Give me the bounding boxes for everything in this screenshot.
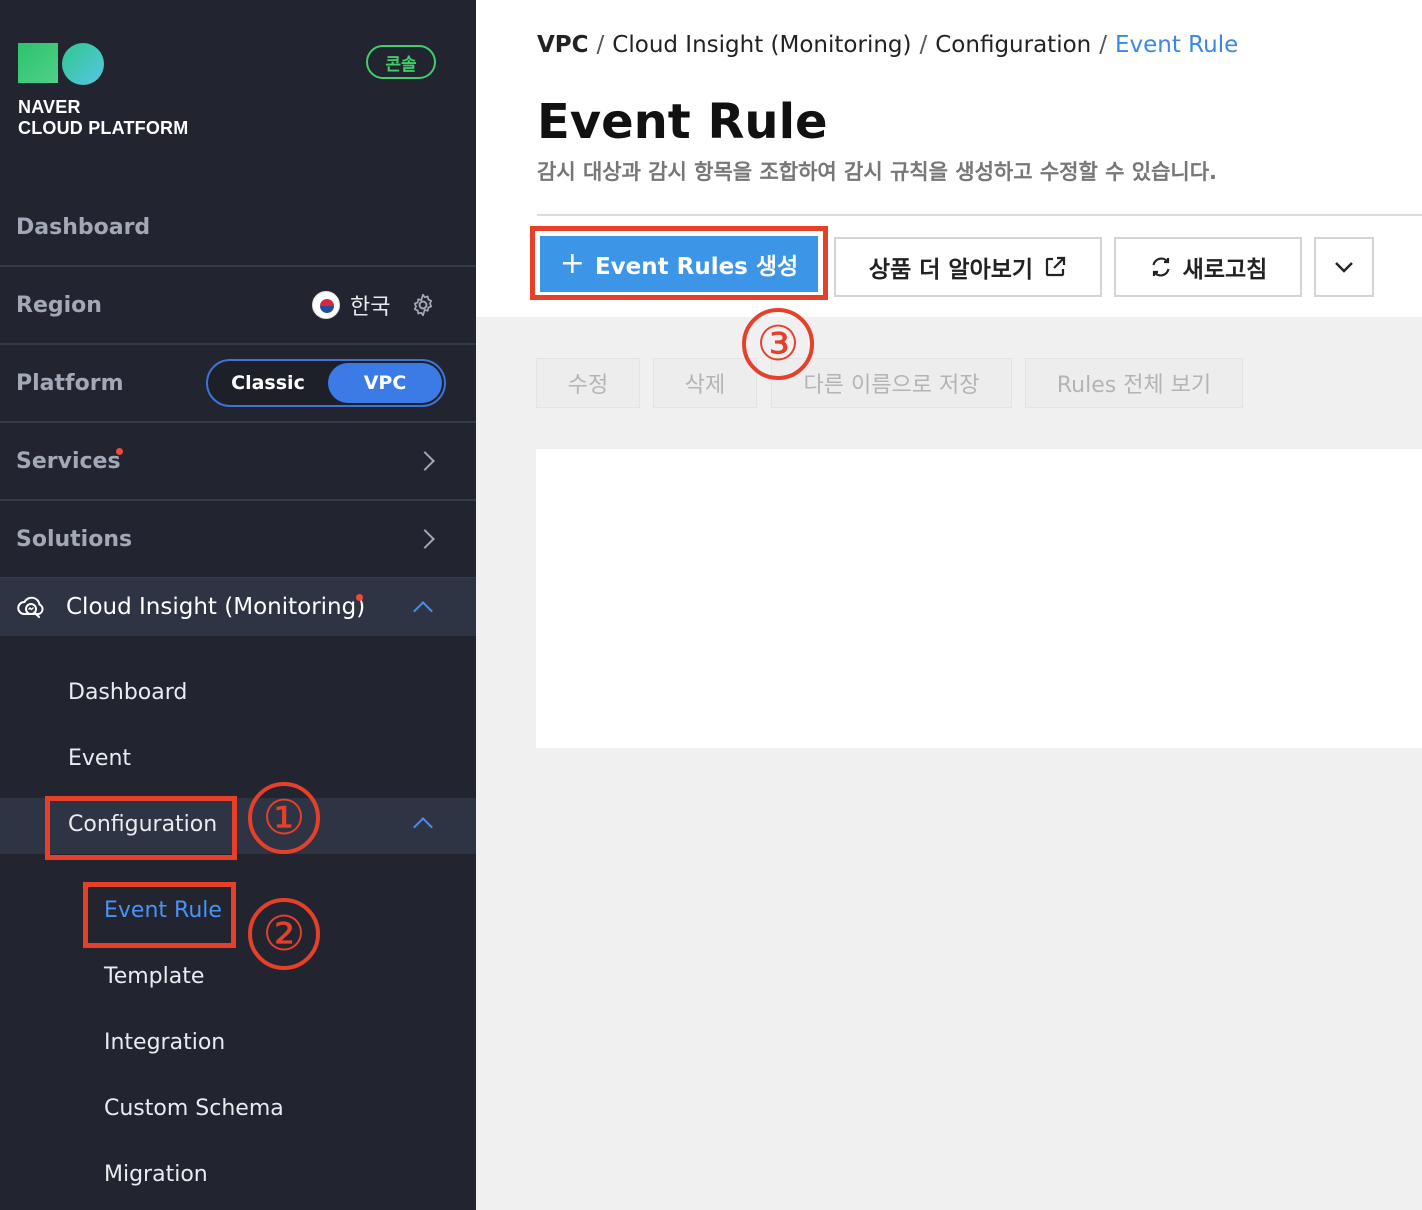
annotation-step-3: ③	[742, 308, 814, 380]
chevron-up-icon	[413, 601, 433, 621]
learn-more-button[interactable]: 상품 더 알아보기	[834, 237, 1102, 297]
annotation-box-create-button	[530, 226, 828, 300]
nav-solutions-label: Solutions	[16, 526, 133, 552]
rules-list-panel	[536, 449, 1422, 748]
chevron-right-icon	[415, 529, 435, 549]
chevron-right-icon	[415, 451, 435, 471]
brand-text: NAVER CLOUD PLATFORM	[18, 97, 188, 139]
sub-item-custom-schema[interactable]: Custom Schema	[104, 1096, 284, 1121]
save-as-button[interactable]: 다른 이름으로 저장	[771, 358, 1012, 408]
platform-vpc-option[interactable]: VPC	[328, 363, 442, 403]
annotation-step-2: ②	[248, 898, 320, 970]
sub-item-template[interactable]: Template	[104, 964, 204, 989]
region-value: 한국	[350, 295, 391, 320]
breadcrumb-separator: /	[1099, 32, 1107, 58]
page-description: 감시 대상과 감시 항목을 조합하여 감시 규칙을 생성하고 수정할 수 있습니…	[537, 160, 1218, 184]
console-badge[interactable]: 콘솔	[366, 45, 436, 79]
korea-flag-icon	[312, 291, 340, 319]
sidebar: NAVER CLOUD PLATFORM 콘솔 Dashboard Region…	[0, 0, 476, 1210]
nav-dashboard-label: Dashboard	[16, 214, 151, 240]
nav-region-label: Region	[16, 292, 102, 318]
nav-services-label: Services	[16, 448, 121, 474]
sub-item-event[interactable]: Event	[68, 746, 131, 771]
brand-line2: CLOUD PLATFORM	[18, 118, 189, 138]
annotation-step-1: ①	[248, 782, 320, 854]
nav-cloud-insight-label: Cloud Insight (Monitoring)	[66, 594, 366, 620]
nav-cloud-insight[interactable]: Cloud Insight (Monitoring)	[0, 578, 476, 636]
nav-solutions[interactable]: Solutions	[0, 501, 476, 579]
view-all-rules-button[interactable]: Rules 전체 보기	[1025, 358, 1243, 408]
page-title: Event Rule	[537, 94, 828, 150]
chevron-up-icon	[413, 817, 433, 837]
breadcrumb-cloud-insight[interactable]: Cloud Insight (Monitoring)	[612, 32, 911, 58]
sub-item-integration[interactable]: Integration	[104, 1030, 225, 1055]
annotation-box-configuration	[45, 796, 237, 860]
sub-item-migration[interactable]: Migration	[104, 1162, 208, 1187]
refresh-label: 새로고침	[1182, 257, 1268, 283]
breadcrumb-separator: /	[596, 32, 605, 58]
breadcrumb-separator: /	[919, 32, 928, 58]
annotation-box-event-rule	[83, 882, 236, 948]
nav-dashboard[interactable]: Dashboard	[0, 189, 476, 267]
external-link-icon	[1045, 256, 1066, 277]
header-divider	[537, 214, 1422, 216]
refresh-icon	[1152, 257, 1170, 277]
sub-item-dashboard[interactable]: Dashboard	[68, 680, 187, 705]
breadcrumb-current: Event Rule	[1114, 32, 1239, 58]
cloud-monitoring-icon	[17, 596, 44, 619]
delete-button[interactable]: 삭제	[653, 358, 757, 408]
logo-circle-icon	[62, 43, 104, 85]
nav-platform-label: Platform	[16, 370, 124, 396]
logo-square-icon	[18, 43, 58, 83]
new-indicator-dot	[356, 594, 363, 601]
chevron-down-icon	[1335, 262, 1353, 273]
refresh-button[interactable]: 새로고침	[1114, 237, 1302, 297]
brand-line1: NAVER	[18, 97, 81, 117]
breadcrumb-configuration[interactable]: Configuration	[935, 32, 1091, 58]
learn-more-label: 상품 더 알아보기	[868, 257, 1034, 283]
nav-services[interactable]: Services	[0, 423, 476, 501]
region-selector[interactable]: 한국	[312, 289, 390, 321]
new-indicator-dot	[116, 448, 123, 455]
platform-toggle[interactable]: Classic VPC	[206, 359, 446, 407]
nav-region: Region 한국	[0, 267, 476, 345]
edit-button[interactable]: 수정	[536, 358, 640, 408]
nav-platform: Platform Classic VPC	[0, 345, 476, 423]
gear-icon[interactable]	[410, 292, 436, 318]
more-dropdown-button[interactable]	[1314, 237, 1374, 297]
breadcrumb-vpc[interactable]: VPC	[537, 32, 589, 58]
breadcrumb: VPC / Cloud Insight (Monitoring) / Confi…	[537, 32, 1238, 58]
platform-classic-option[interactable]: Classic	[208, 361, 328, 405]
